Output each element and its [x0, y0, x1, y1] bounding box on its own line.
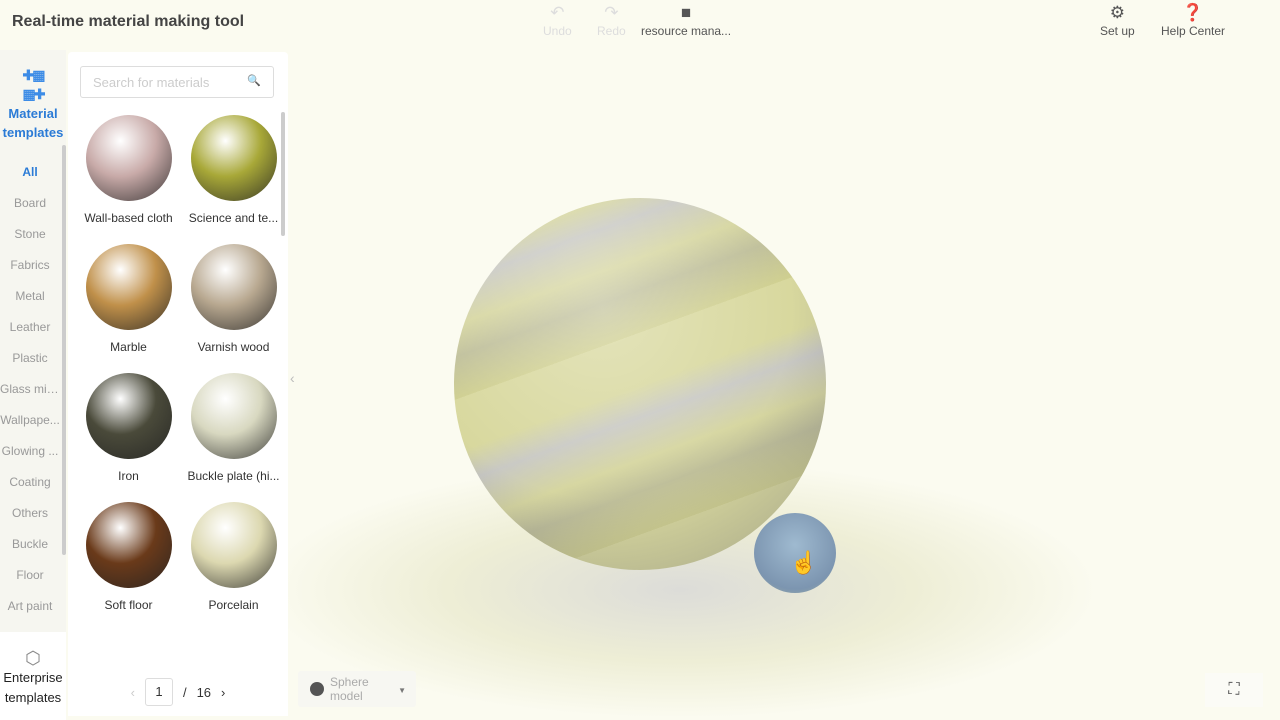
material-thumbnail: [190, 115, 277, 201]
page-separator: /: [182, 684, 187, 700]
prev-page-icon[interactable]: ‹: [131, 685, 135, 700]
model-select[interactable]: Sphere model ▼: [298, 671, 416, 707]
redo-button[interactable]: ↷ Redo: [597, 2, 626, 38]
enterprise-templates-label: Enterprise templates: [3, 670, 63, 705]
hand-cursor-icon: ☝: [790, 550, 818, 575]
collapse-panel-icon[interactable]: ‹: [290, 370, 302, 394]
sidebar: ✚▦ ▦✚ Material templates All Board Stone Fab…: [0, 50, 66, 720]
category-item[interactable]: Floor: [0, 563, 60, 594]
resource-label: resource mana...: [641, 24, 732, 38]
undo-icon: ↶: [550, 3, 565, 22]
folder-icon: ■: [680, 3, 692, 22]
materials-grid: Wall-based cloth Science and te... Marble V…: [76, 114, 280, 619]
undo-label: Undo: [543, 24, 572, 38]
material-name: Iron: [118, 469, 139, 483]
category-scrollbar[interactable]: [62, 145, 66, 555]
category-item[interactable]: Coating: [0, 470, 60, 501]
material-name: Soft floor: [104, 598, 153, 612]
material-thumbnail: [85, 502, 172, 588]
search-icon[interactable]: 🔍: [247, 74, 261, 87]
material-name: Science and te...: [188, 211, 279, 225]
material-item[interactable]: Varnish wood: [181, 243, 286, 361]
material-thumbnail: [190, 502, 277, 588]
category-item[interactable]: Wallpape...: [0, 408, 60, 439]
help-icon: ❓: [1182, 3, 1204, 22]
material-thumbnail: [85, 244, 172, 330]
help-center-button[interactable]: ❓ Help Center: [1161, 2, 1225, 38]
category-item[interactable]: Board: [0, 191, 60, 222]
material-name: Wall-based cloth: [84, 211, 173, 225]
material-item[interactable]: Wall-based cloth: [76, 114, 181, 232]
material-name: Varnish wood: [197, 340, 270, 354]
category-item[interactable]: Stone: [0, 222, 60, 253]
model-label: Sphere model: [330, 675, 369, 703]
material-name: Buckle plate (hi...: [187, 469, 280, 483]
resource-manager-button[interactable]: ■ resource mana...: [641, 2, 731, 38]
material-thumbnail: [85, 115, 172, 201]
material-item[interactable]: Iron: [76, 372, 181, 490]
search-input[interactable]: Search for materials 🔍: [80, 66, 274, 98]
enterprise-templates-tab[interactable]: ⬡ Enterprise templates: [0, 632, 66, 720]
setup-label: Set up: [1100, 24, 1135, 38]
material-item[interactable]: Buckle plate (hi...: [181, 372, 286, 490]
category-item[interactable]: Metal: [0, 284, 60, 315]
category-item[interactable]: Art paint: [0, 594, 60, 625]
gear-icon: ⚙: [1109, 3, 1125, 22]
material-item[interactable]: Soft floor: [76, 501, 181, 619]
category-item[interactable]: Plastic: [0, 346, 60, 377]
category-item[interactable]: Fabrics: [0, 253, 60, 284]
material-templates-tab[interactable]: ✚▦ ▦✚ Material templates: [0, 66, 66, 142]
materials-panel: Search for materials 🔍 Wall-based cloth Sc…: [68, 52, 288, 716]
category-item[interactable]: All: [0, 160, 60, 191]
setup-button[interactable]: ⚙ Set up: [1100, 2, 1135, 38]
material-thumbnail: [190, 373, 277, 459]
fullscreen-button[interactable]: ⛶: [1205, 673, 1263, 707]
redo-label: Redo: [597, 24, 626, 38]
templates-icon: ✚▦ ▦✚: [22, 67, 46, 102]
category-item[interactable]: Glass mirr...: [0, 377, 60, 408]
redo-icon: ↷: [604, 3, 619, 22]
chevron-down-icon: ▼: [398, 686, 406, 695]
app-title: Real-time material making tool: [12, 13, 245, 30]
material-templates-label: Material templates: [2, 106, 64, 140]
material-item[interactable]: Marble: [76, 243, 181, 361]
help-label: Help Center: [1161, 24, 1226, 38]
sphere-icon: [310, 682, 324, 696]
category-item[interactable]: Buckle: [0, 532, 60, 563]
page-input[interactable]: 1: [144, 678, 173, 706]
category-item[interactable]: Leather: [0, 315, 60, 346]
material-item[interactable]: Porcelain: [181, 501, 286, 619]
next-page-icon[interactable]: ›: [221, 685, 225, 700]
fullscreen-icon: ⛶: [1228, 681, 1240, 698]
total-pages: 16: [196, 684, 212, 700]
preview-sphere[interactable]: [454, 198, 826, 570]
material-thumbnail: [85, 373, 172, 459]
box-icon: ⬡: [25, 648, 41, 668]
search-placeholder: Search for materials: [93, 75, 210, 90]
panel-scrollbar[interactable]: [281, 112, 285, 236]
category-item[interactable]: Glowing ...: [0, 439, 60, 470]
undo-button[interactable]: ↶ Undo: [543, 2, 572, 38]
material-thumbnail: [190, 244, 277, 330]
category-list: All Board Stone Fabrics Metal Leather Plastic G…: [0, 160, 60, 625]
material-item[interactable]: Science and te...: [181, 114, 286, 232]
material-name: Porcelain: [208, 598, 259, 612]
material-name: Marble: [110, 340, 147, 354]
pagination: ‹ 1 / 16 ›: [68, 668, 288, 716]
category-item[interactable]: Others: [0, 501, 60, 532]
